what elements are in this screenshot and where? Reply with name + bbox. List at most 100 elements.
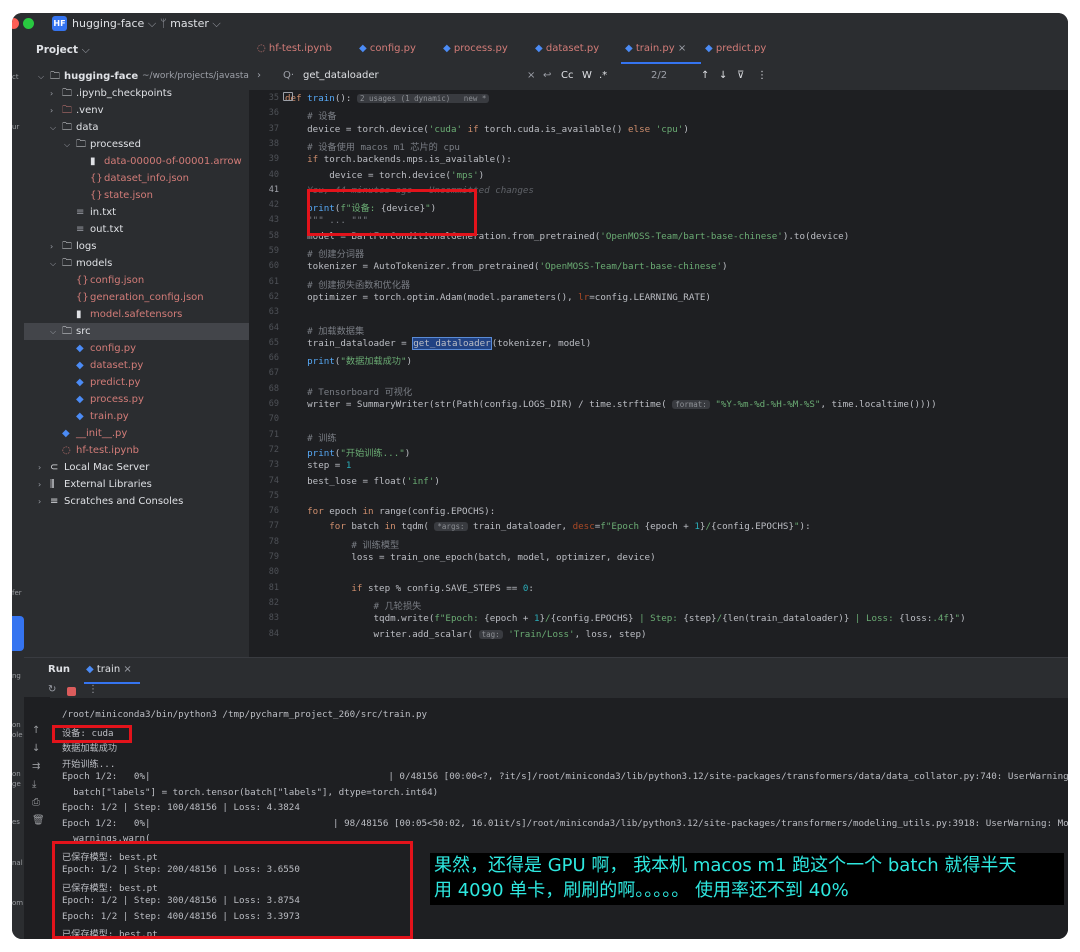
run-config-tab[interactable]: ◆ train × <box>86 664 132 675</box>
branch-switcher[interactable]: ᛘ master ⌵ <box>160 17 221 31</box>
strip-label[interactable]: nal <box>12 859 23 867</box>
line-number[interactable]: 61 <box>249 277 279 287</box>
project-switcher[interactable]: hugging-face ⌵ <box>72 17 156 31</box>
code-line[interactable]: step = 1 <box>285 460 351 471</box>
line-number[interactable]: 71 <box>249 430 279 440</box>
strip-label[interactable]: ct <box>12 73 19 81</box>
code-line[interactable]: optimizer = torch.optim.Adam(model.param… <box>285 292 711 303</box>
code-line[interactable]: # 训练模型 <box>285 537 399 551</box>
line-number[interactable]: 74 <box>249 476 279 486</box>
code-line[interactable]: # 设备 <box>285 108 336 122</box>
line-number[interactable]: 73 <box>249 460 279 470</box>
regex-toggle[interactable]: .* <box>599 70 607 81</box>
tree-item-arrow-file[interactable]: ▮ data-00000-of-00001.arrow <box>24 153 249 170</box>
tab-config[interactable]: ◆ config.py <box>359 43 416 54</box>
code-line[interactable]: # 创建分词器 <box>285 246 364 260</box>
line-number[interactable]: 75 <box>249 491 279 501</box>
line-number[interactable]: 59 <box>249 246 279 256</box>
print-icon[interactable]: ⎙ <box>32 797 40 808</box>
code-line[interactable]: # Tensorboard 可视化 <box>285 384 412 398</box>
line-number[interactable]: 83 <box>249 613 279 623</box>
line-number[interactable]: 72 <box>249 445 279 455</box>
tree-item-logs[interactable]: › 🗀 logs <box>24 238 249 255</box>
soft-wrap-icon[interactable]: ⇉ <box>32 761 40 772</box>
project-panel-title[interactable]: Project ⌵ <box>36 44 90 57</box>
strip-label[interactable]: on <box>12 770 21 778</box>
line-number[interactable]: 67 <box>249 368 279 378</box>
maximize-window-button[interactable] <box>23 18 34 29</box>
tree-root[interactable]: ⌵ 🗀 hugging-face ~/work/projects/javastar… <box>24 68 258 85</box>
scroll-up-icon[interactable]: ↑ <box>32 725 40 736</box>
line-number[interactable]: 36 <box>249 108 279 118</box>
tree-item-venv[interactable]: › 🗀 .venv <box>24 102 249 119</box>
more-options-icon[interactable]: ⋮ <box>88 684 98 695</box>
code-line[interactable]: for batch in tqdm( *args: train_dataload… <box>285 521 810 532</box>
match-case-toggle[interactable]: Cc <box>561 70 573 81</box>
line-number[interactable]: 63 <box>249 307 279 317</box>
strip-label[interactable]: ng <box>12 672 21 680</box>
search-input[interactable]: get_dataloader <box>303 70 379 81</box>
code-line[interactable]: # 训练 <box>285 430 336 444</box>
scroll-down-icon[interactable]: ↓ <box>32 743 40 754</box>
line-number[interactable]: 42 <box>249 200 279 210</box>
line-number[interactable]: 78 <box>249 537 279 547</box>
code-line[interactable]: # 设备使用 macos m1 芯片的 cpu <box>285 139 460 153</box>
code-line[interactable]: # 创建损失函数和优化器 <box>285 277 410 291</box>
line-number[interactable]: 38 <box>249 139 279 149</box>
close-window-button[interactable] <box>12 18 19 29</box>
strip-label[interactable]: ole <box>12 731 23 739</box>
tree-item-dataset-py[interactable]: ◆ dataset.py <box>24 357 249 374</box>
line-number[interactable]: 64 <box>249 323 279 333</box>
code-editor[interactable]: 35 def train(): 2 usages (1 dynamic) new … <box>249 90 1068 657</box>
line-number[interactable]: 35 <box>249 93 279 103</box>
line-number[interactable]: 76 <box>249 506 279 516</box>
chevron-right-icon[interactable]: › <box>257 70 261 81</box>
run-gutter-icon[interactable] <box>283 92 293 101</box>
code-line[interactable]: device = torch.device('cuda' if torch.cu… <box>285 124 689 135</box>
tree-item-external-libraries[interactable]: › ⫼ External Libraries <box>24 476 249 493</box>
tree-item-model-safetensors[interactable]: ▮ model.safetensors <box>24 306 249 323</box>
tree-item-local-mac-server[interactable]: › ⊂ Local Mac Server <box>24 459 249 476</box>
strip-label[interactable]: fer <box>12 589 22 597</box>
line-number[interactable]: 41 <box>249 185 279 195</box>
tree-item-out-txt[interactable]: ≡ out.txt <box>24 221 249 238</box>
tree-item-predict-py[interactable]: ◆ predict.py <box>24 374 249 391</box>
line-number[interactable]: 80 <box>249 567 279 577</box>
stop-icon[interactable] <box>67 687 76 696</box>
close-tab-icon[interactable]: × <box>123 664 131 675</box>
clear-search-icon[interactable]: × <box>527 70 535 81</box>
line-number[interactable]: 60 <box>249 261 279 271</box>
trash-icon[interactable]: 🗑 <box>32 815 45 826</box>
tree-item-hf-test[interactable]: ◌ hf-test.ipynb <box>24 442 249 459</box>
tab-predict[interactable]: ◆ predict.py <box>705 43 766 54</box>
code-line[interactable]: for epoch in range(config.EPOCHS): <box>285 506 495 517</box>
line-number[interactable]: 70 <box>249 414 279 424</box>
line-number[interactable]: 58 <box>249 231 279 241</box>
strip-label[interactable]: es <box>12 818 20 826</box>
tree-item-models[interactable]: ⌵ 🗀 models <box>24 255 249 272</box>
line-number[interactable]: 82 <box>249 598 279 608</box>
close-tab-icon[interactable]: × <box>678 43 686 54</box>
more-options-icon[interactable]: ⋮ <box>757 70 767 81</box>
code-line[interactable]: tokenizer = AutoTokenizer.from_pretraine… <box>285 261 727 272</box>
code-line[interactable]: tqdm.write(f"Epoch: {epoch + 1}/{config.… <box>285 613 966 624</box>
strip-label[interactable]: on <box>12 721 21 729</box>
tree-item-process-py[interactable]: ◆ process.py <box>24 391 249 408</box>
tree-item-train-py[interactable]: ◆ train.py <box>24 408 249 425</box>
next-match-icon[interactable]: ↓ <box>719 70 727 81</box>
tree-item-data[interactable]: ⌵ 🗀 data <box>24 119 249 136</box>
whole-word-toggle[interactable]: W <box>582 70 592 81</box>
history-icon[interactable]: ↩ <box>543 70 551 81</box>
tree-item-config-py[interactable]: ◆ config.py <box>24 340 249 357</box>
code-line[interactable]: best_lose = float('inf') <box>285 476 440 487</box>
line-number[interactable]: 40 <box>249 170 279 180</box>
line-number[interactable]: 68 <box>249 384 279 394</box>
code-line[interactable]: print("数据加载成功") <box>285 353 412 367</box>
line-number[interactable]: 81 <box>249 583 279 593</box>
tree-item-processed[interactable]: ⌵ 🗀 processed <box>24 136 249 153</box>
previous-match-icon[interactable]: ↑ <box>701 70 709 81</box>
code-line[interactable]: writer = SummaryWriter(str(Path(config.L… <box>285 399 937 410</box>
line-number[interactable]: 84 <box>249 629 279 639</box>
tree-item-config-json[interactable]: {} config.json <box>24 272 249 289</box>
code-line[interactable]: train_dataloader = get_dataloader(tokeni… <box>285 336 591 350</box>
